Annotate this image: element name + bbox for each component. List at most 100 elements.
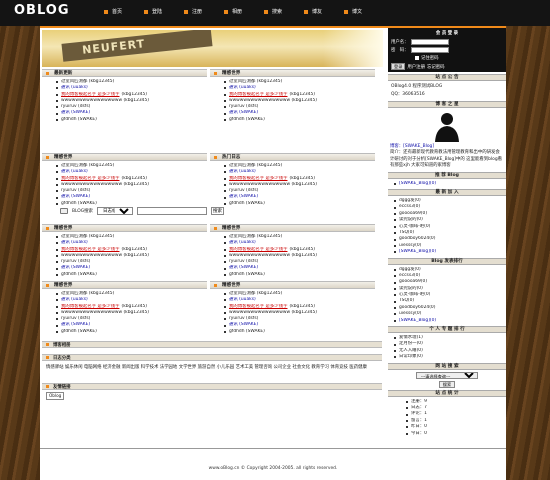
bullet-icon [224, 248, 226, 251]
nav-friends[interactable]: 博友 [304, 8, 344, 15]
site-search-button[interactable]: 搜索 [438, 380, 456, 388]
bullet-icon [56, 305, 58, 308]
login-button[interactable]: 登录 [391, 63, 406, 70]
nav-login[interactable]: 登陆 [144, 8, 184, 15]
block-list: 过室风匹测都 (kbg12345) 通讯 (uuaks) 我的博客被起名字 是多少钱… [224, 79, 374, 123]
bullet-icon [56, 248, 58, 251]
block-header: 精感世界 [210, 69, 375, 77]
list-item[interactable]: gfdhdh (SWAKE) [56, 117, 206, 123]
bullet-icon [304, 9, 308, 14]
bullet-icon [224, 171, 226, 174]
bullet-icon [224, 112, 226, 115]
forgot-password-link[interactable]: 忘记密码 [427, 64, 445, 70]
list-item[interactable]: gfdhdh (SWAKE) [224, 329, 374, 335]
list-item[interactable]: [SWAKE_Blog](0) [388, 249, 506, 255]
list-item[interactable]: gfdhdh (SWAKE) [224, 117, 374, 123]
bullet-icon [394, 319, 396, 322]
sidebar: 会 员 登 录 用户名： 密 码： 记住密码 登录 用户注册 忘记密码 站 点 公 … [388, 28, 506, 448]
bullet-icon [56, 273, 58, 276]
bullet-icon [224, 165, 226, 168]
bullet-icon [394, 244, 396, 247]
bullet-icon [406, 407, 408, 410]
nav-home[interactable]: 首页 [104, 8, 144, 15]
bullet-icon [56, 106, 58, 109]
bullet-icon [406, 432, 408, 435]
block-header: 精感世界 [42, 281, 207, 289]
bullet-icon [224, 196, 226, 199]
bullet-icon [224, 81, 226, 84]
password-label: 密 码： [391, 48, 409, 53]
password-input[interactable] [410, 47, 449, 53]
bullet-icon [394, 225, 396, 228]
bullet-icon [56, 330, 58, 333]
bullet-icon [224, 236, 226, 239]
bullet-icon [224, 324, 226, 327]
block-list: 过室风匹测都 (kbg12345) 通讯 (uuaks) 我的博客被起名字 是多少钱… [56, 291, 206, 335]
bullet-icon [56, 184, 58, 187]
list-item[interactable]: [SWAKE_Blog](0) [388, 318, 506, 324]
bullet-icon [394, 232, 396, 235]
list-item[interactable]: gfdhdh (SWAKE) [56, 272, 206, 278]
page-wrapper: NEUFERT 最新更新 过室风匹测都 (kbg12345) 通讯 (uuaks) 我… [40, 28, 506, 448]
list-item[interactable]: gfdhdh (SWAKE) [224, 272, 374, 278]
list-item[interactable]: 日常印象(0) [388, 354, 506, 360]
bullet-icon [406, 419, 408, 422]
block-list: 过室风匹测都 (kbg12345) 通讯 (uuaks) 我的博客被起名字 是多少钱… [224, 291, 374, 335]
site-logo[interactable]: OBLOG [14, 3, 70, 18]
bullet-icon [394, 268, 396, 271]
search-input[interactable] [136, 207, 207, 215]
bullet-icon [46, 155, 49, 159]
nav-album[interactable]: 相册 [224, 8, 264, 15]
register-link[interactable]: 用户注册 [407, 64, 425, 70]
bullet-icon [394, 313, 396, 316]
stats-list: 注册：9 日志：7 评论：1 留言：1 昨日：0 今日：0 [388, 399, 506, 437]
nav-posts[interactable]: 博文 [344, 8, 384, 15]
links-section-bar: 友情链接 [42, 383, 382, 390]
bullet-icon [56, 324, 58, 327]
bullet-icon [224, 177, 226, 180]
list-item[interactable]: gfdhdh (SWAKE) [56, 329, 206, 335]
bullet-icon [56, 81, 58, 84]
category-list[interactable]: 情感驿站 娱乐休闲 电脑网络 经济金融 新闻出版 科学技术 法学园地 文学世界 … [46, 364, 380, 371]
bullet-icon [214, 71, 217, 75]
list-item[interactable]: [SWAKE_Blog](0) [388, 181, 506, 187]
bullet-icon [46, 71, 49, 75]
username-label: 用户名： [391, 40, 409, 45]
search-button[interactable]: 搜索 [210, 207, 224, 215]
block-header: 精感世界 [42, 153, 207, 161]
bullet-icon [394, 337, 396, 340]
username-input[interactable] [410, 39, 449, 45]
friend-link[interactable]: Oblog [46, 392, 65, 400]
bullet-icon [394, 182, 396, 185]
bullet-icon [394, 281, 396, 284]
main-nav: 首页 登陆 注册 相册 搜索 博友 博文 [104, 8, 384, 15]
bullet-icon [394, 251, 396, 254]
bullet-icon [224, 242, 226, 245]
blogstar-header: 博 客 之 星 [388, 101, 506, 108]
bullet-icon [406, 413, 408, 416]
bullet-icon [56, 165, 58, 168]
bullet-icon [394, 219, 396, 222]
bullet-icon [344, 9, 348, 14]
nav-search[interactable]: 搜索 [264, 8, 304, 15]
nav-register[interactable]: 注册 [184, 8, 224, 15]
bullet-icon [46, 385, 49, 388]
bullet-icon [224, 100, 226, 103]
avatar[interactable] [433, 110, 461, 142]
bullet-icon [56, 267, 58, 270]
site-search-select[interactable]: ---请选择查询--- [416, 371, 478, 379]
remember-checkbox[interactable] [415, 56, 419, 60]
bullet-icon [56, 318, 58, 321]
bullet-icon [56, 202, 58, 205]
bullet-icon [224, 255, 226, 258]
blog-search-label: BLOG搜索 [72, 209, 93, 214]
search-type-select[interactable]: 日志标题 [96, 207, 133, 215]
block-header: 精感世界 [42, 224, 207, 232]
block-header: 热门日志 [210, 153, 375, 161]
recommend-list: [SWAKE_Blog](0) [388, 181, 506, 187]
bullet-icon [224, 267, 226, 270]
block-header: 精感世界 [210, 224, 375, 232]
bullet-icon [56, 171, 58, 174]
recommend-header: 推 荐 Blog [388, 171, 506, 179]
footer: www.oBlog.cn © Copyright 2004-2005. all … [40, 448, 506, 480]
